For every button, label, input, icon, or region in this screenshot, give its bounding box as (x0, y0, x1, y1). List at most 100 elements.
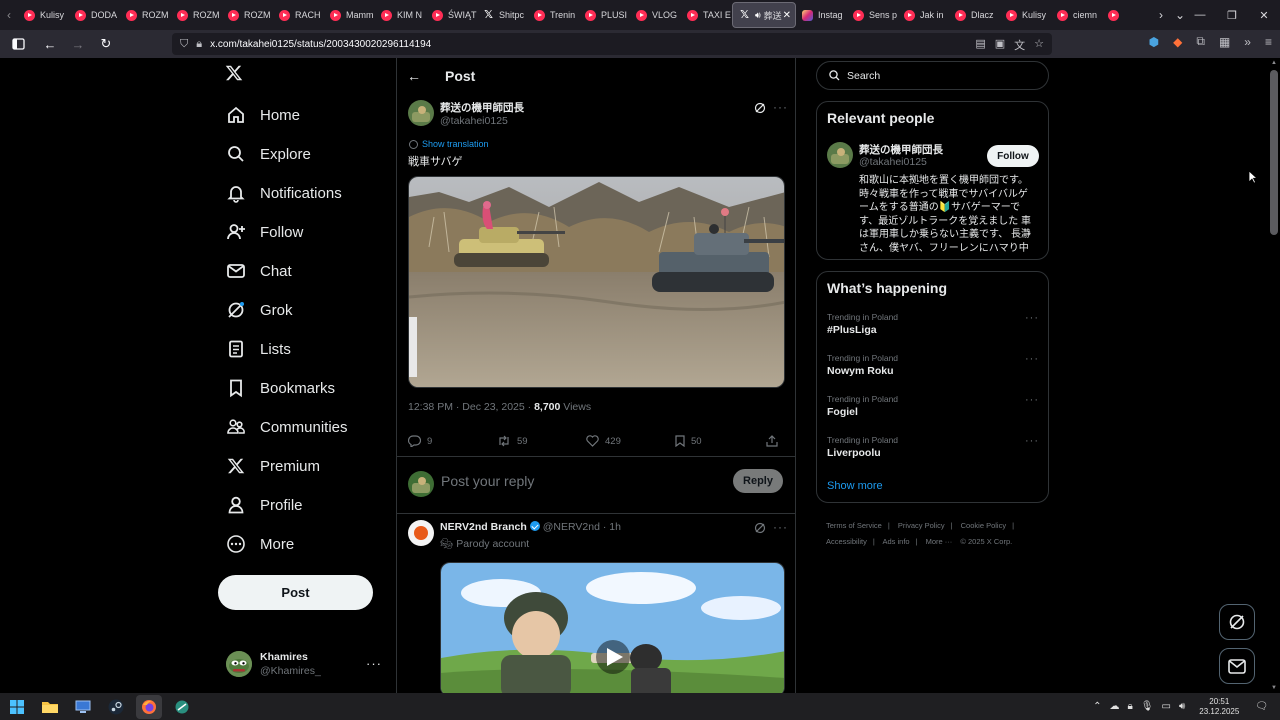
footer-link[interactable]: Terms of Service (826, 521, 882, 530)
browser-tab[interactable]: Mamm (324, 2, 375, 28)
start-button[interactable] (4, 695, 30, 719)
close-tab-icon[interactable]: ✕ (783, 10, 791, 21)
post-time[interactable]: 12:38 PM · Dec 23, 2025 · (408, 401, 534, 413)
browser-tab[interactable]: Kulisy (18, 2, 69, 28)
vpn-icon[interactable]: 🔒︎ (1127, 701, 1132, 712)
tray-overflow-icon[interactable]: ⌃ (1093, 701, 1101, 712)
overflow-chevron-icon[interactable]: » (1244, 35, 1251, 49)
bookmark-star-icon[interactable]: ☆ (1034, 37, 1044, 53)
extension-badge-icon[interactable]: ▦ (1219, 35, 1230, 49)
nav-item-premium[interactable]: Premium (226, 448, 320, 484)
trend-item[interactable]: Trending in Poland #PlusLiga ··· (827, 312, 1039, 336)
trend-item[interactable]: Trending in Poland Nowym Roku ··· (827, 353, 1039, 377)
forward-icon[interactable]: → (66, 32, 90, 56)
browser-tab[interactable]: ROZM (120, 2, 171, 28)
avatar[interactable] (827, 142, 853, 168)
translate-icon[interactable]: 文 (1014, 37, 1025, 53)
grok-explain-icon[interactable] (754, 522, 766, 534)
shield-icon[interactable]: ⛉ (180, 38, 188, 51)
trend-more-icon[interactable]: ··· (1025, 394, 1039, 406)
url-text[interactable]: x.com/takahei0125/status/200343002029611… (210, 39, 431, 50)
microphone-icon[interactable]: 🎙︎ (1141, 701, 1154, 712)
account-switcher[interactable]: Khamires @Khamires_ ··· (226, 646, 386, 682)
avatar[interactable] (408, 100, 434, 126)
browser-tab[interactable]: ciemn (1051, 2, 1102, 28)
browser-tab[interactable]: VLOG (630, 2, 681, 28)
grok-explain-icon[interactable] (754, 102, 766, 114)
show-more-link[interactable]: Show more (827, 480, 883, 492)
nav-item-chat[interactable]: Chat (226, 253, 292, 289)
steam-icon[interactable] (103, 695, 129, 719)
browser-tab[interactable]: Sens p (847, 2, 898, 28)
browser-tab[interactable]: DODA (69, 2, 120, 28)
nav-item-lists[interactable]: Lists (226, 331, 291, 367)
remote-desktop-icon[interactable] (70, 695, 96, 719)
nav-item-profile[interactable]: Profile (226, 487, 303, 523)
sniping-tool-icon[interactable] (169, 695, 195, 719)
post-button[interactable]: Post (218, 575, 373, 610)
browser-tab[interactable]: Kulisy (1000, 2, 1051, 28)
audio-playing-icon[interactable]: 🔊︎ (755, 10, 761, 21)
browser-tab[interactable]: Jak in (898, 2, 949, 28)
person-handle[interactable]: @takahei0125 (859, 156, 927, 168)
lock-icon[interactable]: 🔒︎ (196, 38, 202, 51)
extension-fox-icon[interactable]: ◆ (1173, 35, 1182, 49)
tab-scroll-left-icon[interactable]: ‹ (0, 0, 18, 30)
nav-item-communities[interactable]: Communities (226, 409, 348, 445)
nav-item-follow[interactable]: Follow (226, 214, 303, 250)
author-name[interactable]: 葬送の機甲師団長 (440, 100, 524, 115)
browser-tab[interactable]: ŚWIĄT (426, 2, 477, 28)
trend-more-icon[interactable]: ··· (1025, 312, 1039, 324)
reply-author-handle[interactable]: @NERV2nd (543, 521, 600, 533)
restore-icon[interactable]: ❐ (1216, 0, 1248, 30)
nav-item-bookmarks[interactable]: Bookmarks (226, 370, 335, 406)
trend-item[interactable]: Trending in Poland Liverpoolu ··· (827, 435, 1039, 459)
post-more-icon[interactable]: ··· (773, 100, 788, 114)
reply-input[interactable]: Post your reply (441, 473, 534, 489)
browser-tab[interactable]: 𝕏 Shitpc (477, 2, 528, 28)
scroll-down-icon[interactable]: ▼ (1271, 685, 1277, 691)
notifications-icon[interactable]: 🗨︎ (1255, 701, 1268, 712)
bookmark-action[interactable]: 50 (675, 435, 766, 447)
url-bar[interactable]: ⛉ 🔒︎ x.com/takahei0125/status/2003430020… (172, 33, 1052, 55)
account-more-icon[interactable]: ··· (366, 656, 382, 671)
back-icon[interactable]: ← (38, 32, 62, 56)
tab-scroll-right-icon[interactable]: › (1159, 8, 1163, 22)
browser-tab[interactable]: Dlacz (949, 2, 1000, 28)
nav-item-explore[interactable]: Explore (226, 136, 311, 172)
post-media-image[interactable] (408, 176, 785, 388)
messages-floating-button[interactable] (1219, 648, 1255, 684)
back-arrow-icon[interactable]: ← (407, 68, 427, 84)
footer-link[interactable]: Ads info (882, 537, 909, 546)
footer-link[interactable]: Cookie Policy (961, 521, 1006, 530)
browser-tab[interactable]: Instag (796, 2, 847, 28)
close-window-icon[interactable]: ✕ (1248, 0, 1280, 30)
minimize-icon[interactable]: — (1184, 0, 1216, 30)
nav-item-more[interactable]: More (226, 526, 294, 562)
reply-time[interactable]: · 1h (600, 521, 621, 533)
browser-tab[interactable]: PLUSI (579, 2, 630, 28)
trend-item[interactable]: Trending in Poland Fogiel ··· (827, 394, 1039, 418)
extensions-icon[interactable]: ⧉ (1196, 34, 1205, 49)
author-handle[interactable]: @takahei0125 (440, 115, 508, 127)
reply-author-name[interactable]: NERV2nd Branch (440, 521, 527, 533)
trend-more-icon[interactable]: ··· (1025, 353, 1039, 365)
sidebar-toggle-icon[interactable] (6, 32, 30, 56)
browser-tab[interactable]: RACH (273, 2, 324, 28)
avatar[interactable] (408, 520, 434, 546)
reload-icon[interactable]: ↻ (94, 32, 118, 56)
reply-video[interactable] (440, 562, 785, 693)
menu-icon[interactable]: ≡ (1265, 35, 1272, 49)
screenshot-icon[interactable]: ▣ (995, 37, 1005, 53)
footer-link[interactable]: More ··· (926, 537, 953, 546)
scrollbar-thumb[interactable] (1270, 70, 1278, 235)
nav-item-home[interactable]: Home (226, 97, 300, 133)
show-translation-link[interactable]: Show translation (409, 139, 489, 149)
browser-tab[interactable]: ROZM (171, 2, 222, 28)
browser-tab[interactable]: TAXI E (681, 2, 732, 28)
nav-item-notifications[interactable]: Notifications (226, 175, 342, 211)
browser-tab[interactable]: 𝕏 🔊︎ 葬送 ✕ (732, 2, 796, 28)
follow-button[interactable]: Follow (987, 145, 1039, 167)
scroll-up-icon[interactable]: ▲ (1271, 60, 1277, 66)
speaker-icon[interactable]: 🔊︎ (1179, 701, 1185, 712)
